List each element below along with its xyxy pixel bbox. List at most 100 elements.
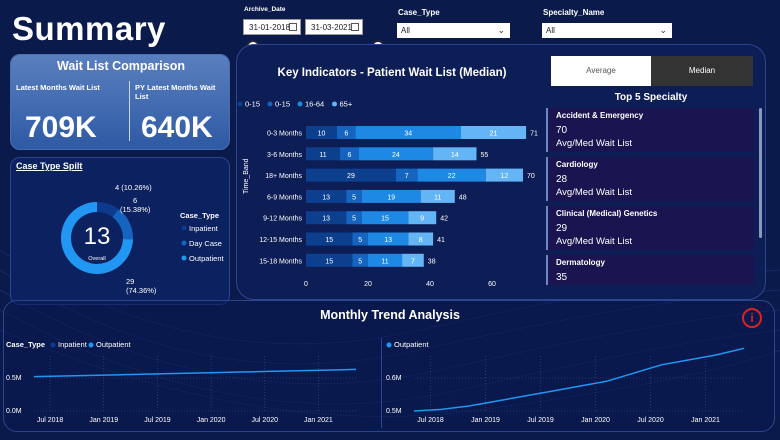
trend-x-tick: Jul 2018 [37,417,64,424]
date-to-value: 31-03-2021 [311,23,352,32]
specialty-item[interactable]: Accident & Emergency 70 Avg/Med Wait Lis… [546,108,754,152]
bar-value-label: 6 [344,131,348,138]
bar-legend-label: 0-15 [245,100,260,109]
bar-value-label: 11 [319,152,326,159]
bar-value-label: 13 [322,216,330,223]
median-toggle[interactable]: Median [651,56,753,86]
bar-x-tick: 60 [488,281,496,288]
calendar-icon[interactable] [351,23,359,31]
bar-value-label: 24 [392,152,400,159]
donut-chart: 13 Overall 4 (10.26%) 6 (15.38%) 29 (74.… [61,183,225,295]
legend-dot-inpatient [181,225,187,231]
wait-list-comparison-card: Wait List Comparison Latest Months Wait … [10,54,230,150]
trend-x-tick: Jul 2020 [637,417,664,424]
bar-total-label: 55 [481,152,489,159]
trend-x-tick: Jan 2021 [691,417,720,424]
case-type-select[interactable]: All ⌄ [397,23,510,38]
calendar-icon[interactable] [289,23,297,31]
specialty-item[interactable]: Cardiology 28 Avg/Med Wait List [546,157,754,201]
trend-line-outpatient[interactable] [33,368,357,378]
donut-legend-title: Case_Type [180,211,219,220]
bar-value-label: 5 [352,194,356,201]
bar-value-label: 19 [387,194,395,201]
date-to-input[interactable]: 31-03-2021 [305,19,363,35]
bar-total-label: 41 [437,237,445,244]
specialty-value: 35 [556,272,568,283]
bar-total-label: 71 [530,131,538,138]
trend-chart-case-type: Case_Type Inpatient Outpatient 0.5M 0.0M J… [6,340,357,424]
average-toggle[interactable]: Average [551,56,651,86]
bar-total-label: 38 [428,258,436,265]
trend-x-tick: Jan 2020 [197,417,226,424]
bar-x-tick: 20 [364,281,372,288]
archive-date-label: Archive_Date [244,6,286,13]
legend-inpatient: Inpatient [189,224,219,233]
bar-total-label: 48 [459,194,467,201]
bar-value-label: 12 [501,173,509,180]
bar-total-label: 70 [527,173,535,180]
bar-value-label: 5 [352,216,356,223]
chevron-down-icon: ⌄ [497,25,505,35]
legend-outpatient: Outpatient [189,254,225,263]
bar-value-label: 6 [347,152,351,159]
bar-value-label: 15 [381,216,389,223]
case-type-split-card: Case Type Spilt 13 Overall 4 (10.26%) 6 … [10,157,230,305]
bar-value-label: 9 [420,216,424,223]
trend-divider [381,338,382,428]
bar-value-label: 8 [419,237,423,244]
specialty-item[interactable]: Dermatology 35 Avg/Med Wait List [546,255,754,285]
specialty-filter-label: Specialty_Name [543,8,605,17]
bar-category-label: 0-3 Months [267,131,303,138]
specialty-value: 70 [556,125,568,136]
bar-category-label: 3-6 Months [267,152,303,159]
trend-x-tick: Jan 2019 [471,417,500,424]
trend-legend-outpatient: Outpatient [96,340,132,349]
wait-list-bar-chart: Time_Band 0-15 0-15 16-64 65+ 0-3 Months 10 6… [237,100,538,288]
bar-total-label: 42 [440,216,448,223]
bar-x-tick: 0 [304,281,308,288]
bar-legend-dot [332,101,337,107]
page-title: Summary [12,10,166,47]
bar-category-label: 18+ Months [265,173,302,180]
wait-list-title: Wait List Comparison [56,59,185,73]
bar-value-label: 29 [347,173,355,180]
bar-category-label: 9-12 Months [263,216,302,223]
date-from-input[interactable]: 31-01-2018 [243,19,301,35]
bar-value-label: 13 [384,237,392,244]
specialty-value: 28 [556,174,568,185]
monthly-trend-title: Monthly Trend Analysis [320,308,460,322]
donut-center-value: 13 [84,223,111,250]
trend-chart-outpatient: Outpatient 0.6M 0.5M Jul 2018 Jan 2019 Jul 2… [386,340,745,424]
trend-x-tick: Jan 2019 [89,417,118,424]
bar-legend-dot [237,101,243,107]
donut-label-daycase-count: 6 [133,196,137,205]
bar-value-label: 5 [358,258,362,265]
trend-legend-title: Case_Type [6,340,45,349]
top5-scrollbar[interactable] [759,108,762,238]
trend-line-outpatient[interactable] [413,347,745,412]
bar-value-label: 34 [404,131,412,138]
bar-category-label: 15-18 Months [259,258,302,265]
case-type-filter-label: Case_Type [398,8,440,17]
trend-right-legend-dot [386,342,392,348]
latest-months-label: Latest Months Wait List [16,83,100,92]
case-type-select-value: All [401,26,410,35]
trend-y-tick: 0.5M [386,408,402,415]
divider [129,81,130,141]
specialty-name: Cardiology [556,160,598,169]
trend-x-tick: Jul 2018 [417,417,444,424]
trend-y-tick: 0.6M [386,375,402,382]
specialty-name: Clinical (Medical) Genetics [556,209,658,218]
legend-dot-outpatient [181,255,187,261]
bar-legend-dot [297,101,303,107]
specialty-item[interactable]: Clinical (Medical) Genetics 29 Avg/Med W… [546,206,754,250]
bar-value-label: 5 [358,237,362,244]
bar-value-label: 22 [448,173,456,180]
trend-x-tick: Jul 2019 [144,417,171,424]
bar-value-label: 14 [451,152,459,159]
latest-months-value: 709K [25,111,97,144]
info-icon[interactable]: i [742,308,762,328]
specialty-name: Accident & Emergency [556,111,644,120]
bar-value-label: 11 [381,258,388,265]
specialty-select[interactable]: All ⌄ [542,23,672,38]
